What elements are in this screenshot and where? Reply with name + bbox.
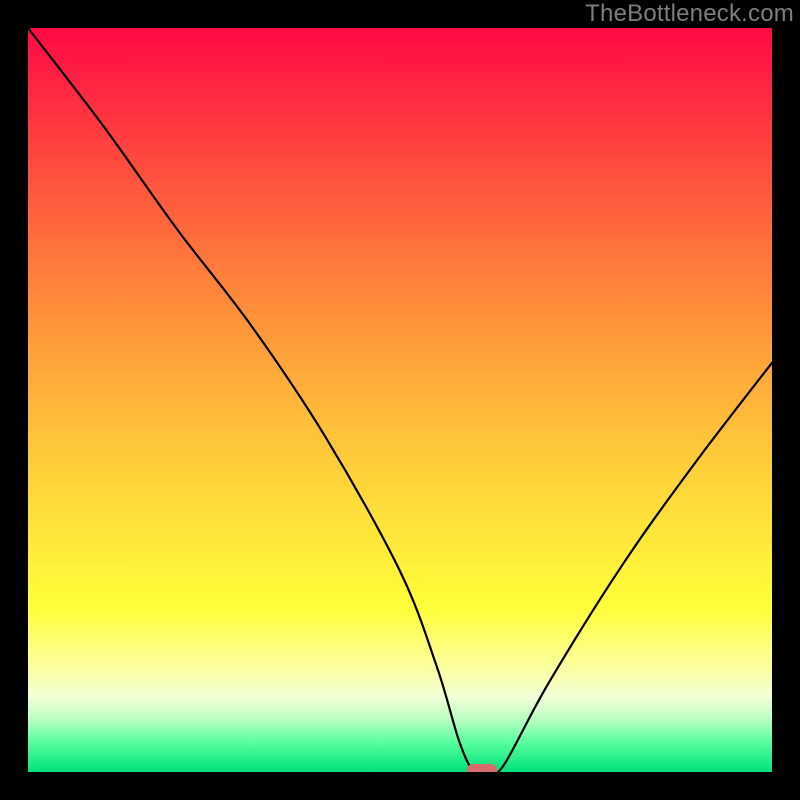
optimum-marker — [467, 764, 497, 772]
bottleneck-chart — [28, 28, 772, 772]
watermark-text: TheBottleneck.com — [585, 0, 794, 28]
chart-background-gradient — [28, 28, 772, 772]
chart-svg — [28, 28, 772, 772]
